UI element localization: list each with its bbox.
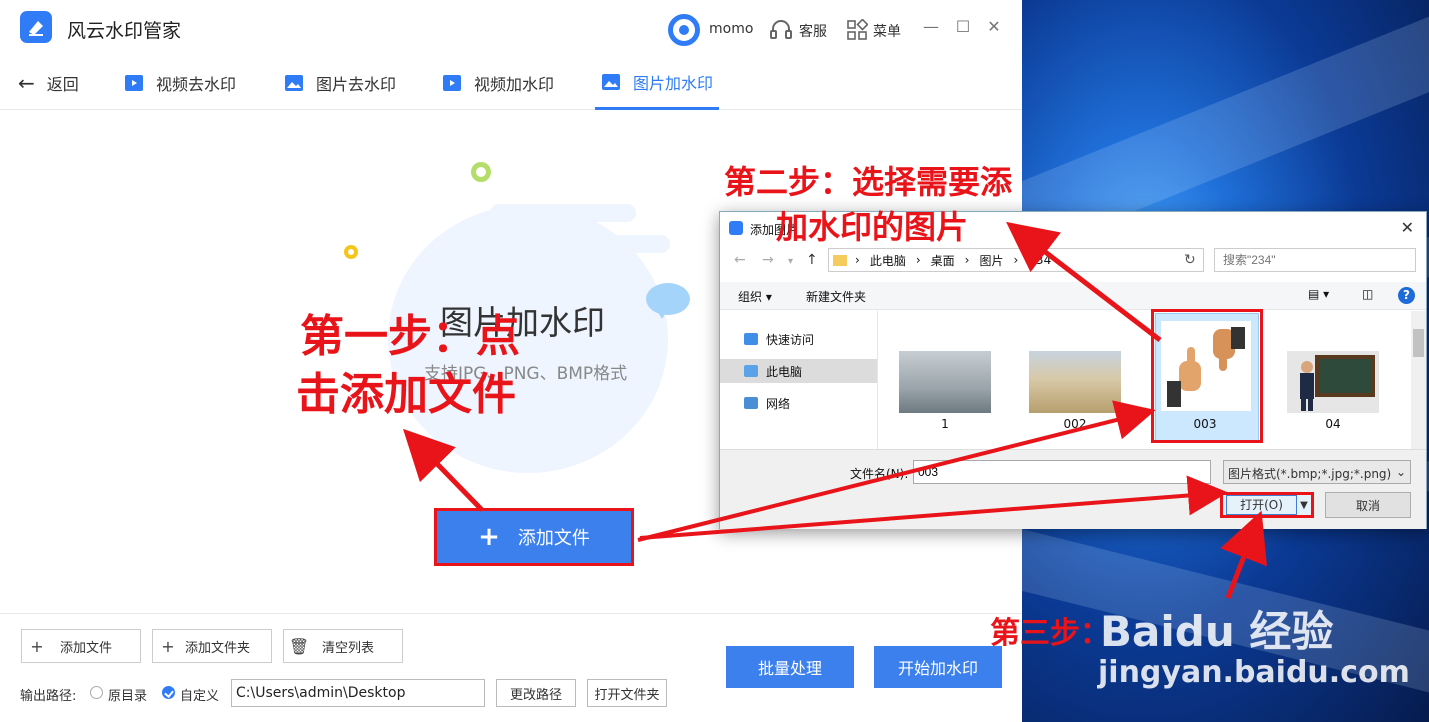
baidu-watermark: Baidu 经验 <box>1100 598 1333 659</box>
annotation-step3: 第三步： <box>990 616 1110 651</box>
annotation-step2: 第二步：选择需要添 <box>724 163 1013 201</box>
annotation-step1: 击添加文件 <box>296 369 516 420</box>
watermark-url: jingyan.baidu.com <box>1098 655 1410 690</box>
watermark-brand: Baidu 经验 <box>1100 607 1334 656</box>
annotation-step1: 第一步：点 <box>300 311 520 362</box>
annotation-step2: 加水印的图片 <box>776 208 969 246</box>
